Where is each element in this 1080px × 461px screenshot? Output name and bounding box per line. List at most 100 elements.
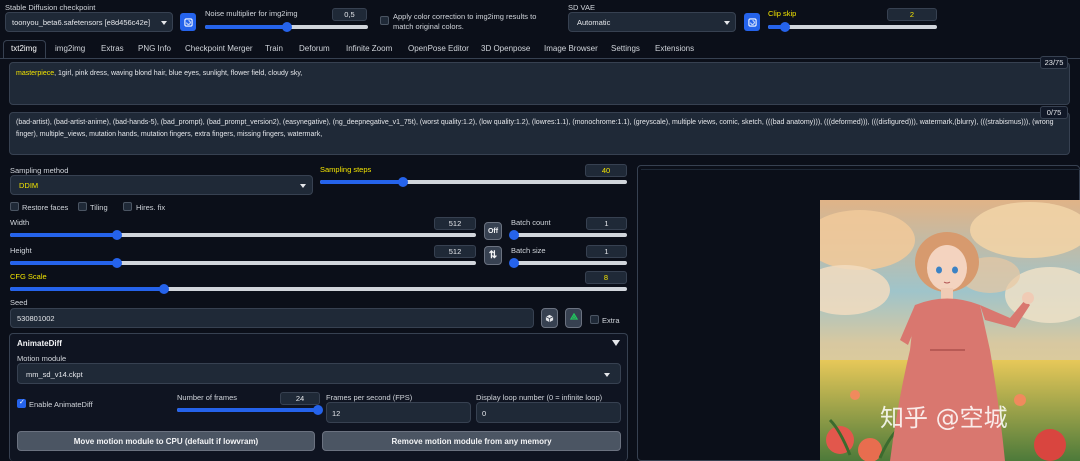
collapse-triangle-icon[interactable] <box>612 340 620 346</box>
enable-animatediff-checkbox[interactable] <box>17 398 26 408</box>
cfg-scale-slider[interactable] <box>10 284 627 294</box>
width-input[interactable]: 512 <box>434 217 476 230</box>
batch-size-slider-thumb[interactable] <box>509 258 519 268</box>
recycle-icon <box>569 313 578 320</box>
width-slider[interactable] <box>10 230 476 240</box>
tab-png-info[interactable]: PNG Info <box>138 44 171 53</box>
width-slider-fill <box>10 233 118 237</box>
cfg-scale-slider-fill <box>10 287 165 291</box>
tab-image-browser[interactable]: Image Browser <box>544 44 598 53</box>
sampling-steps-slider-thumb[interactable] <box>397 177 408 187</box>
chevron-down-icon <box>300 184 306 188</box>
tab-infinite-zoom[interactable]: Infinite Zoom <box>346 44 392 53</box>
cfg-scale-slider-thumb[interactable] <box>159 284 170 294</box>
random-seed-button[interactable] <box>541 308 558 328</box>
restore-faces-label: Restore faces <box>22 203 69 212</box>
negative-prompt-textarea[interactable]: (bad-artist), (bad-artist-anime), (bad-h… <box>9 112 1070 155</box>
batch-count-slider-thumb[interactable] <box>509 230 519 240</box>
clip-skip-slider-thumb[interactable] <box>779 22 790 32</box>
prompt-token-counter: 23/75 <box>1040 56 1068 69</box>
width-label: Width <box>10 218 30 227</box>
number-of-frames-slider-fill <box>177 408 318 412</box>
animatediff-title: AnimateDiff <box>17 339 62 348</box>
height-label: Height <box>10 246 32 255</box>
tab-extras[interactable]: Extras <box>101 44 124 53</box>
refresh-icon <box>747 17 757 27</box>
seed-label: Seed <box>10 298 28 307</box>
clip-skip-input[interactable]: 2 <box>887 8 937 21</box>
seed-value: 530801002 <box>17 314 55 323</box>
aspect-off-button[interactable]: Off <box>484 222 502 240</box>
seed-input[interactable]: 530801002 <box>10 308 534 328</box>
move-motion-module-button[interactable]: Move motion module to CPU (default if lo… <box>17 431 315 451</box>
prompt-highlight-text: masterpiece <box>16 70 55 77</box>
color-correction-checkbox[interactable] <box>380 16 389 25</box>
noise-slider[interactable] <box>205 22 368 32</box>
restore-faces-checkbox[interactable] <box>10 202 19 211</box>
tab-settings[interactable]: Settings <box>611 44 640 53</box>
sampling-steps-input[interactable]: 40 <box>585 164 627 177</box>
motion-module-label: Motion module <box>17 354 67 363</box>
refresh-checkpoint-button[interactable] <box>180 13 196 31</box>
remove-motion-module-button[interactable]: Remove motion module from any memory <box>322 431 621 451</box>
width-slider-thumb[interactable] <box>112 230 123 240</box>
height-slider[interactable] <box>10 258 476 268</box>
number-of-frames-slider[interactable] <box>177 405 323 415</box>
tab-txt2img[interactable]: txt2img <box>11 44 37 53</box>
vae-select[interactable]: Automatic <box>568 12 736 32</box>
enable-animatediff-label: Enable AnimateDiff <box>29 400 93 409</box>
number-of-frames-input[interactable]: 24 <box>280 392 320 405</box>
watermark-text: 知乎 @空城 <box>880 404 1008 432</box>
batch-size-input[interactable]: 1 <box>586 245 627 258</box>
reuse-seed-button[interactable] <box>565 308 582 328</box>
loop-number-label: Display loop number (0 = infinite loop) <box>476 393 603 402</box>
sampling-method-select[interactable]: DDIM <box>10 175 313 195</box>
fps-value: 12 <box>332 409 341 418</box>
extra-seed-label: Extra <box>602 316 620 325</box>
sampling-steps-label: Sampling steps <box>320 165 372 174</box>
cfg-scale-input[interactable]: 8 <box>585 271 627 284</box>
batch-count-slider[interactable] <box>509 230 627 240</box>
hires-fix-checkbox[interactable] <box>123 202 132 211</box>
sampling-method-value: DDIM <box>19 181 39 190</box>
sampling-steps-slider[interactable] <box>320 177 627 187</box>
motion-module-select[interactable]: mm_sd_v14.ckpt <box>17 363 621 384</box>
dice-icon <box>545 314 554 322</box>
fps-input[interactable]: 12 <box>326 402 471 423</box>
height-slider-thumb[interactable] <box>112 258 123 268</box>
extra-seed-checkbox[interactable] <box>590 315 599 324</box>
checkpoint-select[interactable]: toonyou_beta6.safetensors [e8d456c42e] <box>5 12 173 32</box>
loop-number-input[interactable]: 0 <box>476 402 621 423</box>
chevron-down-icon <box>161 21 167 25</box>
tab-extensions[interactable]: Extensions <box>655 44 694 53</box>
loop-number-value: 0 <box>482 409 487 418</box>
refresh-vae-button[interactable] <box>744 13 760 31</box>
prompt-textarea[interactable]: masterpiece, 1girl, pink dress, waving b… <box>9 62 1070 105</box>
tab-img2img[interactable]: img2img <box>55 44 85 53</box>
noise-label: Noise multiplier for img2img <box>205 9 298 18</box>
tab-train[interactable]: Train <box>265 44 283 53</box>
chevron-down-icon <box>724 21 730 25</box>
tiling-checkbox[interactable] <box>78 202 87 211</box>
batch-size-slider[interactable] <box>509 258 627 268</box>
refresh-icon <box>183 17 193 27</box>
noise-slider-thumb[interactable] <box>281 22 292 32</box>
color-correction-label: Apply color correction to img2img result… <box>393 12 537 31</box>
clip-skip-slider[interactable] <box>768 22 937 32</box>
noise-value-input[interactable]: 0,5 <box>332 8 367 21</box>
swap-icon: ⇅ <box>488 250 498 261</box>
swap-dimensions-button[interactable]: ⇅ <box>484 246 502 265</box>
batch-count-label: Batch count <box>511 218 551 227</box>
vae-value: Automatic <box>577 18 611 27</box>
number-of-frames-label: Number of frames <box>177 393 238 402</box>
number-of-frames-slider-thumb[interactable] <box>313 405 323 415</box>
batch-count-input[interactable]: 1 <box>586 217 627 230</box>
height-input[interactable]: 512 <box>434 245 476 258</box>
batch-size-label: Batch size <box>511 246 546 255</box>
sampling-method-label: Sampling method <box>10 166 69 175</box>
tab-3d-openpose[interactable]: 3D Openpose <box>481 44 530 53</box>
tab-openpose-editor[interactable]: OpenPose Editor <box>408 44 469 53</box>
tab-deforum[interactable]: Deforum <box>299 44 330 53</box>
tab-checkpoint-merger[interactable]: Checkpoint Merger <box>185 44 253 53</box>
noise-slider-fill <box>205 25 287 29</box>
